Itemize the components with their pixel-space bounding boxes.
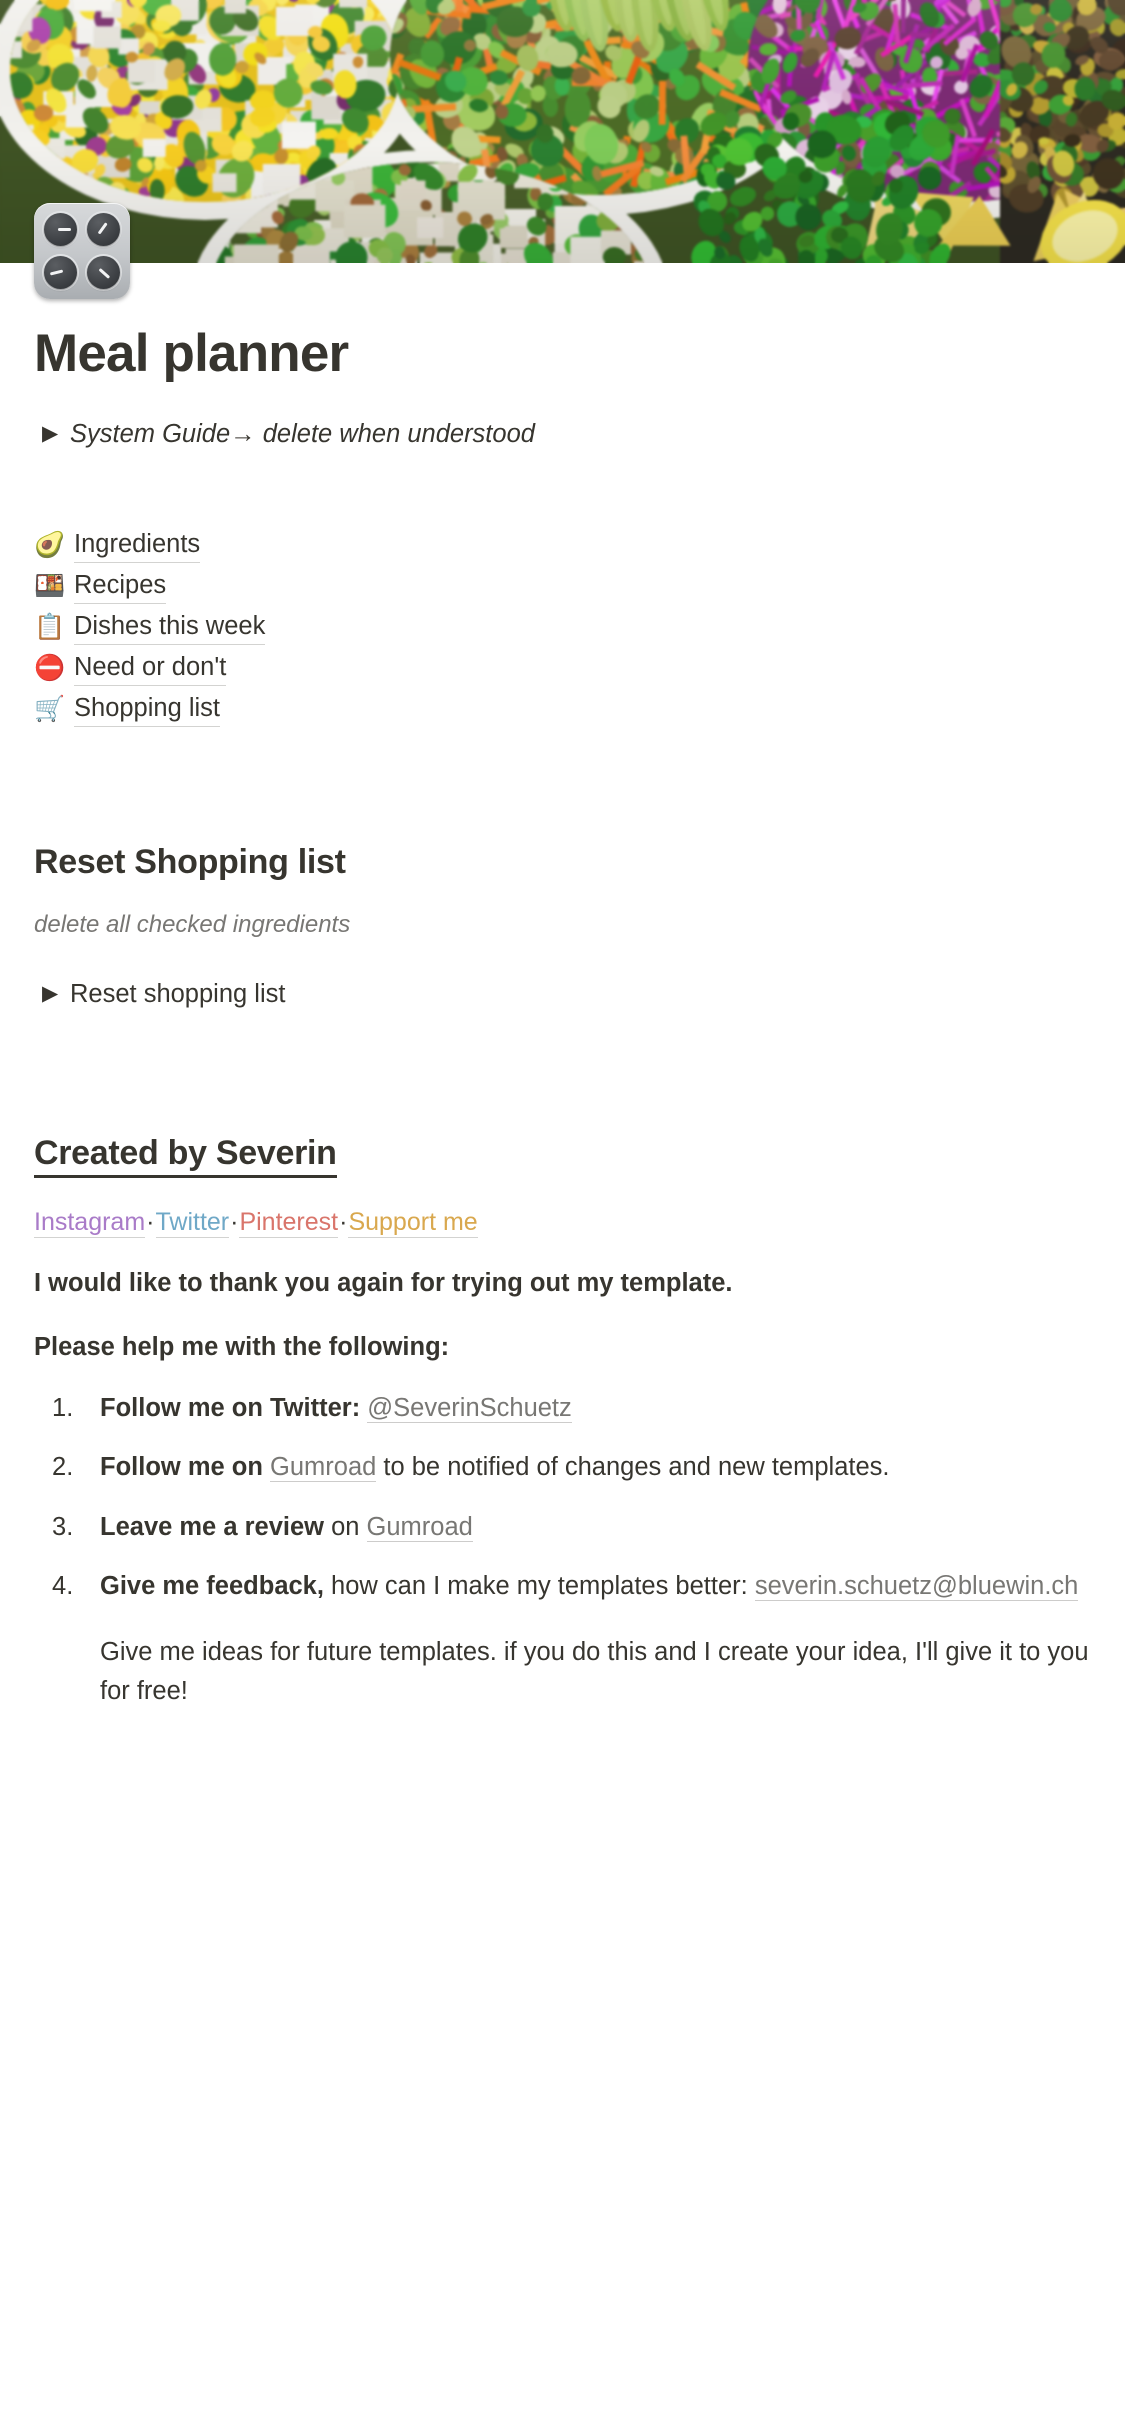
list-item: Follow me on Gumroad to be notified of c… — [34, 1448, 1091, 1488]
task-1-bold: Follow me on Twitter: — [100, 1393, 361, 1422]
help-heading: Please help me with the following: — [34, 1333, 450, 1362]
system-guide-toggle[interactable]: ▶ System Guide→ delete when understood — [34, 416, 1091, 452]
social-links-row: Instagram·Twitter·Pinterest·Support me — [34, 1206, 1091, 1239]
task-3-bold: Leave me a review — [100, 1512, 324, 1541]
list-item: Give me feedback, how can I make my temp… — [34, 1567, 1091, 1712]
sidebar-item-need-or-dont[interactable]: Need or don't — [74, 650, 227, 686]
link-email-severin[interactable]: severin.schuetz@bluewin.ch — [754, 1572, 1079, 1602]
link-twitter[interactable]: Twitter — [155, 1207, 230, 1238]
page-cover-image — [0, 0, 1125, 263]
reset-shopping-list-toggle[interactable]: ▶ Reset shopping list — [34, 976, 1091, 1012]
list-item: Leave me a review on Gumroad — [34, 1508, 1091, 1548]
created-by-heading: Created by Severin — [34, 1134, 337, 1178]
sidebar-item-recipes[interactable]: Recipes — [74, 568, 167, 604]
link-gumroad[interactable]: Gumroad — [270, 1453, 377, 1483]
page-title: Meal planner — [34, 324, 349, 383]
no-entry-emoji: ⛔ — [34, 653, 66, 683]
list-item: Follow me on Twitter: @SeverinSchuetz — [34, 1389, 1091, 1429]
task-4-mid: how can I make my templates better: — [323, 1572, 748, 1601]
link-twitter-handle[interactable]: @SeverinSchuetz — [367, 1393, 572, 1423]
task-2-bold: Follow me on — [100, 1453, 263, 1482]
list-item[interactable]: ⛔ Need or don't — [34, 647, 1091, 688]
task-4-bold: Give me feedback, — [100, 1572, 324, 1601]
page-link-list: 🥑 Ingredients 🍱 Recipes 📋 Dishes this we… — [34, 524, 1091, 729]
system-guide-toggle-label: System Guide→ delete when understood — [70, 420, 535, 449]
knob-bottom-right — [83, 252, 124, 293]
link-instagram[interactable]: Instagram — [34, 1207, 146, 1238]
thanks-paragraph: I would like to thank you again for tryi… — [34, 1269, 733, 1298]
knob-top-left — [40, 209, 81, 250]
separator-dot: · — [146, 1207, 155, 1236]
knob-top-right — [83, 209, 124, 250]
cover-canvas — [0, 0, 1125, 263]
page-icon-control-knobs[interactable] — [34, 203, 130, 299]
reset-shopping-list-toggle-label: Reset shopping list — [70, 979, 286, 1008]
sidebar-item-ingredients[interactable]: Ingredients — [74, 527, 201, 563]
tasks-ordered-list: Follow me on Twitter: @SeverinSchuetz Fo… — [34, 1389, 1091, 1712]
knob-grid — [40, 209, 124, 293]
separator-dot: · — [339, 1207, 348, 1236]
reset-section-subtitle: delete all checked ingredients — [34, 910, 351, 938]
shopping-cart-emoji: 🛒 — [34, 694, 66, 724]
list-item[interactable]: 🍱 Recipes — [34, 565, 1091, 606]
page-content: Meal planner ▶ System Guide→ delete when… — [0, 263, 1125, 1732]
sidebar-item-dishes-this-week[interactable]: Dishes this week — [74, 609, 266, 645]
toggle-triangle-icon[interactable]: ▶ — [36, 416, 70, 452]
created-by-section: Created by Severin Instagram·Twitter·Pin… — [34, 1134, 1091, 1712]
task-2-tail: to be notified of changes and new templa… — [376, 1453, 890, 1482]
avocado-emoji: 🥑 — [34, 530, 66, 560]
sidebar-item-shopping-list[interactable]: Shopping list — [74, 691, 221, 727]
separator-dot: · — [230, 1207, 239, 1236]
list-item[interactable]: 🛒 Shopping list — [34, 688, 1091, 729]
clipboard-emoji: 📋 — [34, 612, 66, 642]
link-pinterest[interactable]: Pinterest — [239, 1207, 339, 1238]
task-3-mid: on — [323, 1512, 367, 1541]
knob-bottom-left — [40, 252, 81, 293]
list-item[interactable]: 🥑 Ingredients — [34, 524, 1091, 565]
toggle-triangle-icon[interactable]: ▶ — [36, 976, 70, 1012]
bento-box-emoji: 🍱 — [34, 571, 66, 601]
link-gumroad[interactable]: Gumroad — [366, 1512, 473, 1542]
reset-section-heading: Reset Shopping list — [34, 843, 346, 882]
closing-note: Give me ideas for future templates. if y… — [100, 1637, 1089, 1706]
list-item[interactable]: 📋 Dishes this week — [34, 606, 1091, 647]
link-support-me[interactable]: Support me — [348, 1207, 478, 1238]
